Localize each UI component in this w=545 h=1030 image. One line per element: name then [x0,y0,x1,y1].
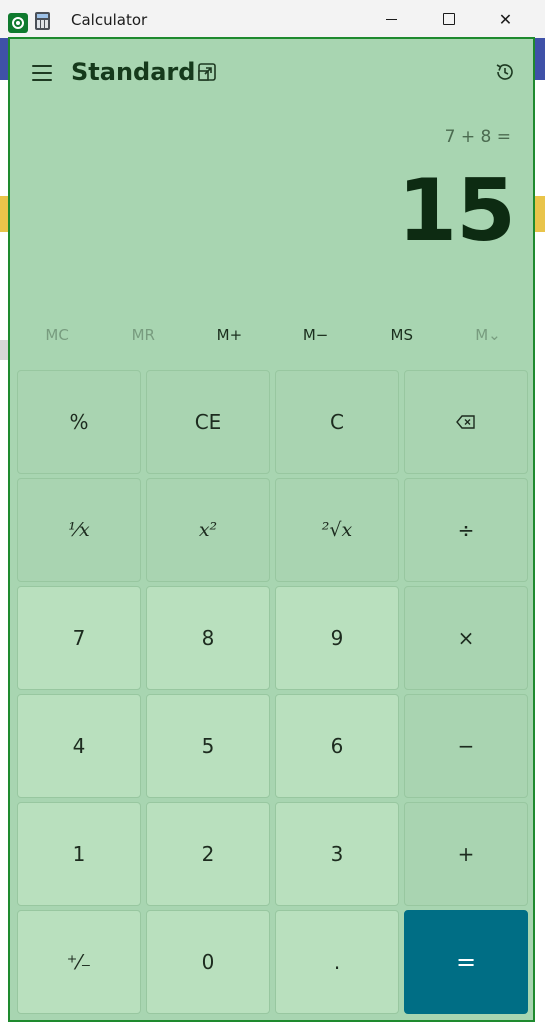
subtract-button[interactable]: − [404,694,528,798]
negate-button[interactable]: ⁺⁄₋ [17,910,141,1014]
decimal-button[interactable]: . [275,910,399,1014]
calculator-app-icon [35,12,50,30]
memory-row: MC MR M+ M− MS M⌄ [14,319,531,351]
digit-3-button[interactable]: 3 [275,802,399,906]
calculator-window: Standard 7 + 8 = 15 MC MR M+ M− MS M⌄ % … [8,37,535,1022]
memory-store-button[interactable]: MS [359,319,445,351]
digit-5-button[interactable]: 5 [146,694,270,798]
window-title: Calculator [71,11,148,29]
digit-1-button[interactable]: 1 [17,802,141,906]
equals-button[interactable]: = [404,910,528,1014]
digit-7-button[interactable]: 7 [17,586,141,690]
background-highlight [0,196,8,232]
close-icon: ✕ [498,9,513,29]
keep-on-top-icon[interactable] [197,62,217,82]
memory-clear-button[interactable]: MC [14,319,100,351]
digit-4-button[interactable]: 4 [17,694,141,798]
minimize-icon [386,18,397,20]
backspace-button[interactable] [404,370,528,474]
mode-title: Standard [71,58,196,86]
hamburger-icon[interactable] [32,65,52,81]
digit-9-button[interactable]: 9 [275,586,399,690]
sqrt-label: ²√x [321,519,353,541]
window-titlebar: Calculator ✕ [0,0,545,38]
reciprocal-button[interactable]: ¹⁄x [17,478,141,582]
background-highlight-right [535,196,545,232]
digit-0-button[interactable]: 0 [146,910,270,1014]
maximize-icon [442,13,455,25]
memory-recall-button[interactable]: MR [100,319,186,351]
background-divider [0,340,8,360]
square-root-button[interactable]: ²√x [275,478,399,582]
digit-8-button[interactable]: 8 [146,586,270,690]
add-button[interactable]: + [404,802,528,906]
clear-entry-button[interactable]: CE [146,370,270,474]
memory-subtract-button[interactable]: M− [273,319,359,351]
result-display: 15 [397,161,516,261]
divide-button[interactable]: ÷ [404,478,528,582]
square-button[interactable]: x² [146,478,270,582]
backspace-icon [456,415,475,429]
memory-add-button[interactable]: M+ [186,319,272,351]
accessibility-badge-icon [8,13,28,33]
history-icon[interactable] [494,61,516,83]
close-button[interactable]: ✕ [477,0,534,38]
multiply-button[interactable]: × [404,586,528,690]
expression-display: 7 + 8 = [444,127,511,147]
square-label: x² [198,519,218,541]
memory-list-button[interactable]: M⌄ [445,319,531,351]
minimize-button[interactable] [363,0,420,38]
reciprocal-label: ¹⁄x [68,519,90,541]
maximize-button[interactable] [420,0,477,38]
percent-button[interactable]: % [17,370,141,474]
digit-2-button[interactable]: 2 [146,802,270,906]
clear-button[interactable]: C [275,370,399,474]
digit-6-button[interactable]: 6 [275,694,399,798]
